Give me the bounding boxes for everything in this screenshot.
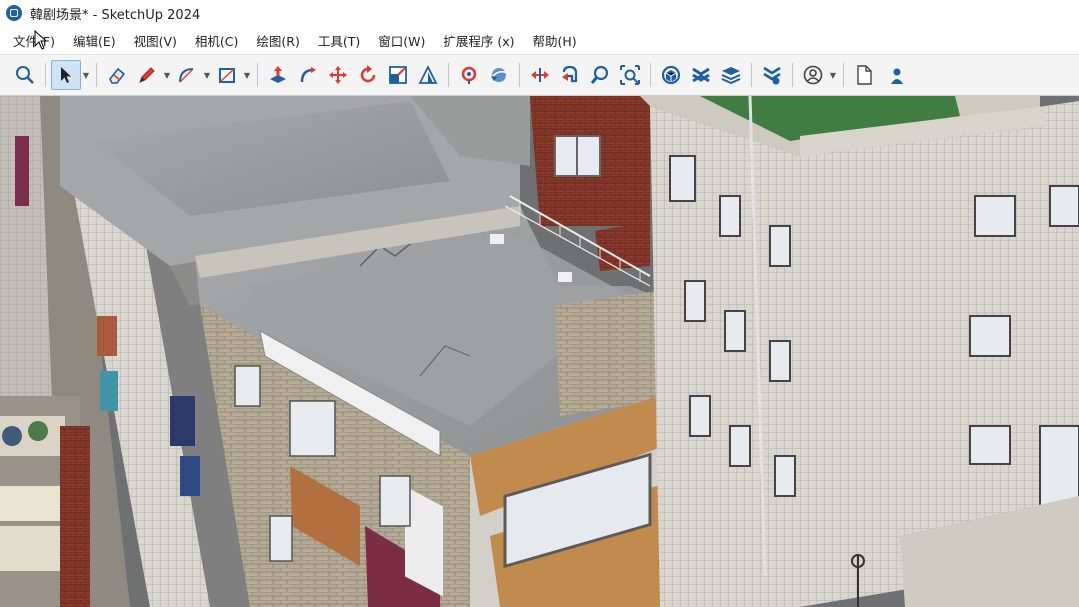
push-pull-button[interactable] bbox=[263, 60, 293, 90]
zoom-button[interactable] bbox=[585, 60, 615, 90]
move-button[interactable] bbox=[323, 60, 353, 90]
toolbar-separator bbox=[96, 63, 97, 87]
pan-button[interactable] bbox=[525, 60, 555, 90]
walk-button[interactable] bbox=[555, 60, 585, 90]
toolbar-separator bbox=[45, 63, 46, 87]
toolbar-separator bbox=[448, 63, 449, 87]
layout-icon bbox=[721, 67, 741, 85]
menu-extensions[interactable]: 扩展程序 (x) bbox=[434, 29, 523, 52]
zoom-icon bbox=[590, 65, 609, 84]
select-arrow-icon bbox=[61, 67, 71, 83]
menu-window[interactable]: 窗口(W) bbox=[369, 29, 434, 52]
warehouse-button[interactable] bbox=[656, 60, 686, 90]
menu-view[interactable]: 视图(V) bbox=[125, 29, 186, 52]
offset-icon bbox=[418, 64, 438, 84]
pan-icon bbox=[531, 68, 549, 82]
new-file-icon bbox=[857, 65, 872, 85]
orbit-button[interactable] bbox=[484, 60, 514, 90]
zoom-window-icon bbox=[620, 65, 640, 85]
mouse-pointer-icon bbox=[34, 30, 48, 50]
menu-help[interactable]: 帮助(H) bbox=[524, 29, 586, 52]
extension-warehouse-icon bbox=[692, 67, 710, 83]
menu-draw[interactable]: 绘图(R) bbox=[247, 29, 308, 52]
trimble-connect-button[interactable] bbox=[757, 60, 787, 90]
walk-icon bbox=[562, 65, 578, 83]
window-title: 韓剧场景* - SketchUp 2024 bbox=[30, 7, 201, 23]
follow-me-button[interactable] bbox=[293, 60, 323, 90]
paint-bucket-button[interactable] bbox=[454, 60, 484, 90]
sketchup-window: 韓剧场景* - SketchUp 2024 文件(F) 编辑(E) 视图(V) … bbox=[0, 0, 1079, 607]
user-icon bbox=[891, 68, 903, 84]
menu-tools[interactable]: 工具(T) bbox=[309, 29, 369, 52]
toolbar-separator bbox=[650, 63, 651, 87]
orbit-icon bbox=[491, 68, 508, 82]
title-bar: 韓剧场景* - SketchUp 2024 bbox=[0, 0, 1079, 26]
account-icon bbox=[803, 65, 823, 85]
rotate-button[interactable] bbox=[353, 60, 383, 90]
menu-camera[interactable]: 相机(C) bbox=[186, 29, 247, 52]
offset-button[interactable] bbox=[413, 60, 443, 90]
scale-button[interactable] bbox=[383, 60, 413, 90]
move-icon bbox=[329, 66, 347, 84]
3d-scene-render bbox=[0, 96, 1079, 607]
sketchup-logo-icon bbox=[6, 5, 22, 21]
extension-warehouse-button[interactable] bbox=[686, 60, 716, 90]
arc-dropdown-arrow[interactable]: ▼ bbox=[202, 71, 212, 80]
scale-icon bbox=[389, 66, 407, 84]
new-file-button[interactable] bbox=[849, 60, 879, 90]
layout-button[interactable] bbox=[716, 60, 746, 90]
trimble-connect-icon bbox=[763, 66, 781, 85]
zoom-window-button[interactable] bbox=[615, 60, 645, 90]
select-dropdown-arrow[interactable]: ▼ bbox=[81, 71, 91, 80]
paint-bucket-icon bbox=[461, 66, 477, 84]
rectangle-icon bbox=[219, 68, 235, 83]
user-button[interactable] bbox=[879, 60, 909, 90]
eraser-icon bbox=[109, 67, 126, 84]
account-button[interactable] bbox=[798, 60, 828, 90]
push-pull-icon bbox=[270, 66, 286, 83]
eraser-button[interactable] bbox=[102, 60, 132, 90]
select-button[interactable] bbox=[51, 60, 81, 90]
zoom-extents-button[interactable] bbox=[10, 60, 40, 90]
rotate-icon bbox=[360, 65, 376, 83]
warehouse-icon bbox=[661, 65, 681, 85]
toolbar-separator bbox=[843, 63, 844, 87]
menu-edit[interactable]: 编辑(E) bbox=[64, 29, 125, 52]
main-toolbar: ▼ ▼ ▼ ▼ ▼ bbox=[0, 54, 1079, 96]
rectangle-button[interactable] bbox=[212, 60, 242, 90]
pencil-icon bbox=[139, 67, 155, 83]
toolbar-separator bbox=[519, 63, 520, 87]
pencil-button[interactable] bbox=[132, 60, 162, 90]
line-dropdown-arrow[interactable]: ▼ bbox=[162, 71, 172, 80]
zoom-extents-icon bbox=[16, 66, 34, 84]
arc-button[interactable] bbox=[172, 60, 202, 90]
toolbar-separator bbox=[257, 63, 258, 87]
shape-dropdown-arrow[interactable]: ▼ bbox=[242, 71, 252, 80]
menu-bar: 文件(F) 编辑(E) 视图(V) 相机(C) 绘图(R) 工具(T) 窗口(W… bbox=[0, 26, 1079, 54]
model-viewport[interactable] bbox=[0, 96, 1079, 607]
arc-icon bbox=[179, 68, 194, 83]
toolbar-separator bbox=[751, 63, 752, 87]
follow-me-icon bbox=[300, 67, 316, 83]
toolbar-separator bbox=[792, 63, 793, 87]
account-dropdown-arrow[interactable]: ▼ bbox=[828, 71, 838, 80]
